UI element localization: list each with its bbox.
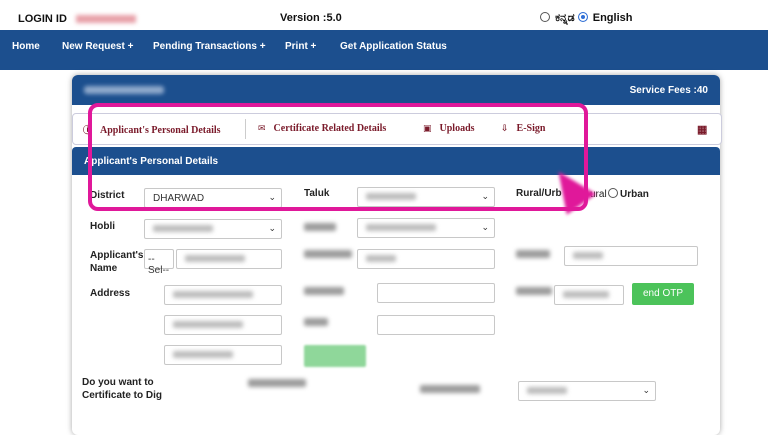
applicant-name-label: Applicant's Name	[90, 250, 144, 274]
application-card: Service Fees :40 ⓘ Applicant's Personal D…	[72, 75, 722, 435]
tab-divider	[245, 119, 246, 139]
rural-option[interactable]: ural	[590, 188, 607, 201]
mode-of-delivery-label-redacted	[420, 385, 480, 393]
question-line-1: Do you want to	[82, 377, 154, 388]
chevron-down-icon: ⌄	[481, 222, 489, 232]
envelope-icon: ✉	[258, 124, 266, 134]
hobli-value-redacted	[153, 225, 213, 232]
pincode-input[interactable]	[377, 283, 495, 303]
yes-no-options-redacted[interactable]	[248, 379, 306, 387]
hobli-label: Hobli	[90, 221, 115, 232]
tab-certificate-related-details[interactable]: ✉ Certificate Related Details	[258, 123, 386, 134]
address-line-2-redacted	[173, 321, 243, 328]
card-title-redacted	[84, 86, 164, 94]
section-title: Applicant's Personal Details	[84, 156, 219, 167]
lang-english-radio[interactable]	[577, 12, 588, 22]
urban-option-label: Urban	[620, 189, 649, 200]
service-fees: Service Fees :40	[629, 85, 708, 96]
address-label: Address	[90, 288, 131, 299]
fetch-button-redacted[interactable]	[304, 345, 366, 367]
login-id-label: LOGIN ID	[18, 13, 67, 25]
address-line-1-input[interactable]	[164, 285, 282, 305]
father-husband-label-redacted	[304, 250, 352, 258]
chevron-down-icon: ⌄	[268, 223, 276, 233]
top-bar: LOGIN ID Version :5.0 ಕನ್ನಡ English	[0, 8, 708, 31]
id-label-redacted	[304, 318, 328, 326]
mode-of-delivery-redacted	[527, 387, 567, 394]
nav-new-request[interactable]: New Request +	[62, 41, 133, 52]
rural-urban-label: Rural/Urb	[516, 188, 562, 199]
father-husband-name-input[interactable]	[357, 249, 495, 269]
esign-icon: ⇩	[501, 124, 509, 134]
tab-uploads[interactable]: ▣ Uploads	[423, 123, 475, 134]
district-label: District	[90, 190, 125, 201]
id-input[interactable]	[377, 315, 495, 335]
mobile-number-redacted	[563, 291, 609, 298]
card-header: Service Fees :40	[72, 75, 720, 105]
nav-get-application-status[interactable]: Get Application Status	[340, 41, 447, 52]
village-label-redacted	[304, 223, 336, 231]
taluk-value-redacted	[366, 193, 416, 200]
applicant-prefix-select[interactable]: --Sel--	[144, 249, 174, 276]
tab-applicant-personal-details[interactable]: ⓘ Applicant's Personal Details	[83, 123, 221, 136]
mother-name-input[interactable]	[564, 246, 698, 266]
lang-kannada-label[interactable]: ಕನ್ನಡ	[555, 12, 575, 24]
address-line-1-redacted	[173, 291, 253, 298]
lang-kannada-radio[interactable]	[540, 12, 550, 22]
urban-option[interactable]: Urban	[608, 188, 649, 201]
tab-esign-label: E-Sign	[516, 123, 546, 134]
mother-name-label-redacted	[516, 250, 550, 258]
form-tabs: ⓘ Applicant's Personal Details ✉ Certifica…	[72, 113, 722, 145]
language-switch: ಕನ್ನಡ English	[540, 12, 632, 25]
address-line-3-input[interactable]	[164, 345, 282, 365]
hobli-select[interactable]: ⌄	[144, 219, 282, 239]
applicant-name-input[interactable]	[176, 249, 282, 269]
mobile-label-redacted	[516, 287, 552, 295]
urban-radio[interactable]	[608, 188, 618, 198]
calendar-icon[interactable]: ▦	[697, 123, 707, 136]
image-icon: ▣	[423, 124, 432, 134]
address-line-3-redacted	[173, 351, 233, 358]
applicant-prefix-value: --Sel--	[148, 254, 170, 276]
info-icon: ⓘ	[83, 126, 93, 136]
digilocker-question: Do you want to Certificate to Dig	[82, 376, 162, 402]
district-value: DHARWAD	[153, 193, 205, 204]
main-nav: Home New Request + Pending Transactions …	[0, 30, 768, 70]
chevron-down-icon: ⌄	[481, 191, 489, 201]
taluk-select[interactable]: ⌄	[357, 187, 495, 207]
chevron-down-icon: ⌄	[268, 192, 276, 202]
nav-pending-transactions[interactable]: Pending Transactions +	[153, 41, 266, 52]
send-otp-button[interactable]: end OTP	[632, 283, 694, 305]
lang-english-label[interactable]: English	[593, 12, 633, 24]
login-id: LOGIN ID	[18, 13, 136, 25]
rural-option-label: ural	[590, 189, 607, 200]
village-value-redacted	[366, 224, 436, 231]
tab-applicant-label: Applicant's Personal Details	[100, 125, 221, 136]
address-line-2-input[interactable]	[164, 315, 282, 335]
father-husband-name-redacted	[366, 255, 396, 262]
mobile-number-input[interactable]	[554, 285, 624, 305]
mode-of-delivery-select[interactable]: ⌄	[518, 381, 656, 401]
nav-print[interactable]: Print +	[285, 41, 316, 52]
pincode-label-redacted	[304, 287, 344, 295]
question-line-2: Certificate to Dig	[82, 390, 163, 401]
tab-esign[interactable]: ⇩ E-Sign	[501, 123, 545, 134]
version-label: Version :5.0	[280, 12, 342, 24]
taluk-label: Taluk	[304, 188, 330, 199]
section-applicant-personal-details: Applicant's Personal Details	[72, 147, 720, 175]
tab-uploads-label: Uploads	[439, 123, 475, 134]
nav-home[interactable]: Home	[12, 41, 40, 52]
tab-certificate-label: Certificate Related Details	[273, 123, 387, 134]
applicant-name-redacted	[185, 255, 245, 262]
mother-name-redacted	[573, 252, 603, 259]
village-select[interactable]: ⌄	[357, 218, 495, 238]
login-id-redacted	[75, 15, 136, 24]
chevron-down-icon: ⌄	[642, 385, 650, 395]
district-select[interactable]: DHARWAD ⌄	[144, 188, 282, 208]
